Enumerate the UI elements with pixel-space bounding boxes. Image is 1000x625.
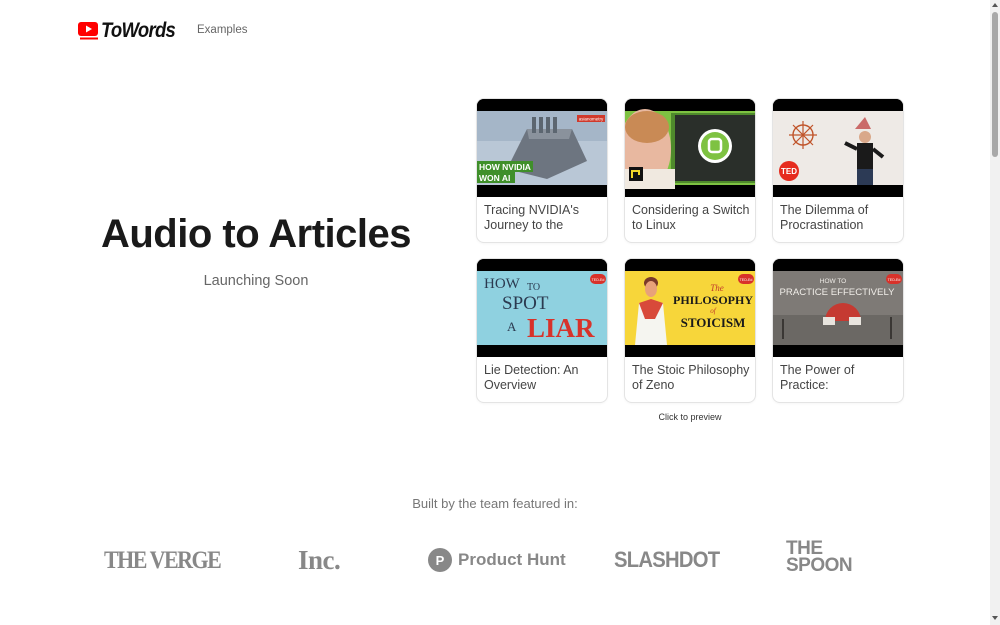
thumb-text-a: A bbox=[507, 319, 517, 334]
video-card-lie-detection[interactable]: HOW TO SPOT A LIAR TED-Ed Lie Detection:… bbox=[476, 258, 608, 403]
press-logo-the-verge: THE VERGE bbox=[104, 545, 222, 574]
thumb-text-how: HOW bbox=[484, 276, 521, 292]
logo-text: ToWords bbox=[101, 19, 176, 42]
thumb-text-to: TO bbox=[527, 282, 540, 293]
thumb-text-the: The bbox=[710, 283, 724, 293]
site-header: ToWords Examples bbox=[0, 0, 990, 60]
video-thumbnail: HOW TO PRACTICE EFFECTIVELY TED-Ed bbox=[773, 259, 903, 357]
featured-label: Built by the team featured in: bbox=[412, 496, 578, 511]
thumb-text-practice: PRACTICE EFFECTIVELY bbox=[780, 287, 896, 298]
play-logo-icon bbox=[78, 21, 100, 41]
video-card-title: The Power of Practice: bbox=[780, 363, 855, 392]
video-card-linux[interactable]: Considering a Switch to Linux bbox=[624, 98, 756, 243]
thumb-text-philosophy: PHILOSOPHY bbox=[673, 293, 753, 307]
thumb-caption-line1: HOW NVIDIA bbox=[479, 162, 531, 172]
video-card-nvidia[interactable]: asianometry HOW NVIDIA WON AI Tracing NV… bbox=[476, 98, 608, 243]
thumb-text-how-to: HOW TO bbox=[820, 278, 846, 285]
thumb-badge: asianometry bbox=[579, 117, 604, 122]
thumb-text-spot: SPOT bbox=[502, 293, 549, 314]
scrollbar-thumb[interactable] bbox=[992, 12, 998, 157]
teded-badge: TED-Ed bbox=[740, 278, 753, 282]
thumb-text-stoicism: STOICISM bbox=[681, 315, 746, 330]
ted-badge: TED bbox=[781, 167, 797, 176]
nav-examples-link[interactable]: Examples bbox=[197, 24, 248, 36]
video-card-procrastination[interactable]: TED The Dilemma of Procrastination bbox=[772, 98, 904, 243]
video-card-title: The Dilemma of Procrastination bbox=[780, 203, 869, 232]
video-thumbnail: The PHILOSOPHY of STOICISM TED-Ed bbox=[625, 259, 755, 357]
the-spoon-line2: SPOON bbox=[786, 555, 853, 576]
video-card-stoicism[interactable]: The PHILOSOPHY of STOICISM TED-Ed The St… bbox=[624, 258, 756, 403]
press-logo-inc: Inc. bbox=[298, 544, 341, 575]
scroll-up-arrow-icon[interactable] bbox=[992, 3, 998, 7]
video-card-title: Lie Detection: An Overview bbox=[484, 363, 579, 392]
video-card-practice[interactable]: HOW TO PRACTICE EFFECTIVELY TED-Ed The P… bbox=[772, 258, 904, 403]
scroll-down-arrow-icon[interactable] bbox=[992, 616, 998, 620]
video-thumbnail bbox=[625, 99, 755, 197]
teded-badge: TED-Ed bbox=[592, 278, 605, 282]
teded-badge: TED-Ed bbox=[888, 278, 901, 282]
video-thumbnail: HOW TO SPOT A LIAR TED-Ed bbox=[477, 259, 607, 357]
product-hunt-icon: P bbox=[428, 548, 452, 572]
press-logo-slashdot: SLASHDOT bbox=[614, 547, 720, 572]
logo[interactable]: ToWords bbox=[78, 19, 185, 43]
thumb-caption-line2: WON AI bbox=[479, 173, 510, 183]
video-thumbnail: TED bbox=[773, 99, 903, 197]
page-scrollbar[interactable] bbox=[990, 0, 1000, 625]
press-logo-product-hunt: P Product Hunt bbox=[428, 540, 566, 580]
video-card-title: Considering a Switch to Linux bbox=[632, 203, 750, 232]
press-logo-the-spoon: THE SPOON bbox=[786, 539, 853, 580]
video-card-title: Tracing NVIDIA's Journey to the bbox=[484, 203, 580, 232]
hero-title: Audio to Articles bbox=[100, 212, 412, 256]
video-thumbnail: asianometry HOW NVIDIA WON AI bbox=[477, 99, 607, 197]
video-card-title: The Stoic Philosophy of Zeno bbox=[632, 363, 750, 392]
click-to-preview-hint: Click to preview bbox=[658, 412, 722, 422]
hero-subtitle: Launching Soon bbox=[203, 273, 309, 289]
video-grid: asianometry HOW NVIDIA WON AI Tracing NV… bbox=[476, 98, 904, 403]
product-hunt-text: Product Hunt bbox=[458, 550, 566, 569]
thumb-text-liar: LIAR bbox=[527, 313, 595, 343]
